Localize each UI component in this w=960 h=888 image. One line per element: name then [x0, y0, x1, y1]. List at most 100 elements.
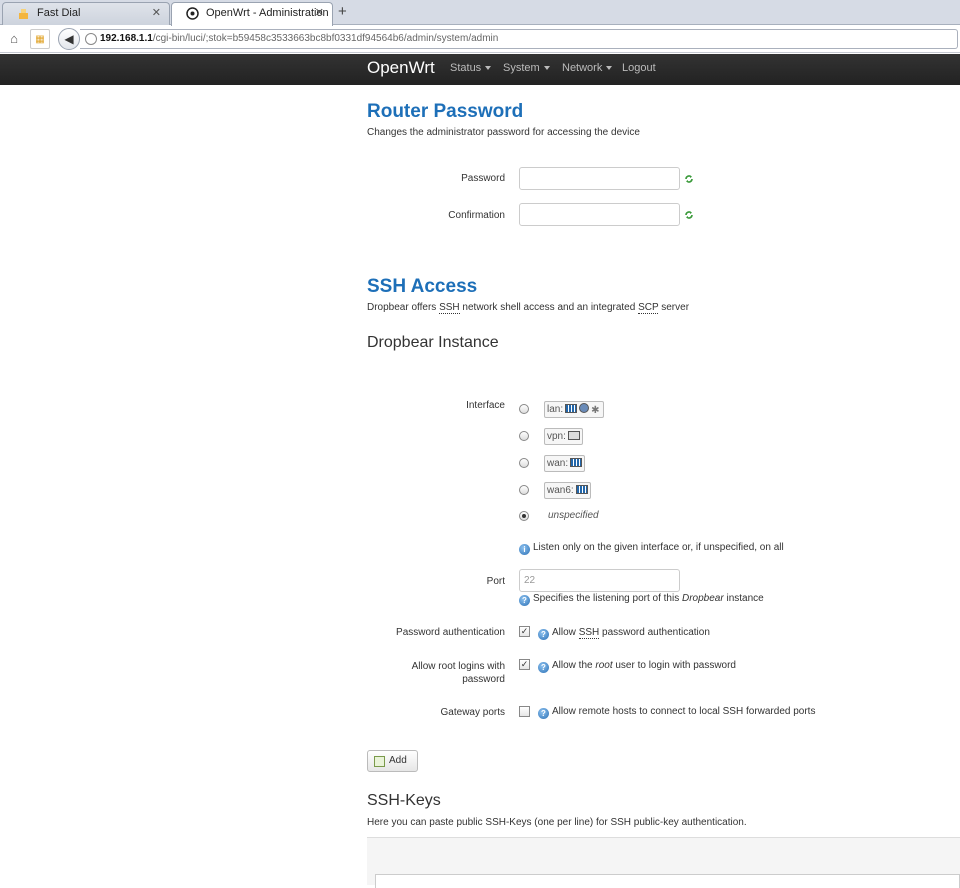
- label-line: Allow root logins with: [411, 661, 505, 672]
- tunnel-icon: [567, 431, 580, 440]
- interface-label: Interface: [466, 400, 505, 411]
- iface-badge-lan: lan: ✱: [544, 401, 605, 418]
- gateway-ports-checkbox[interactable]: [519, 706, 530, 717]
- tab-label: Fast Dial: [37, 7, 81, 19]
- chevron-down-icon: [543, 66, 550, 71]
- nav-logout[interactable]: Logout: [622, 62, 656, 74]
- root-login-hint: ? Allow the root user to login with passw…: [538, 660, 736, 673]
- nav-network[interactable]: Network: [562, 62, 613, 74]
- iface-label: wan6:: [547, 485, 574, 496]
- nav-system[interactable]: System: [503, 62, 550, 74]
- wifi-icon: [579, 403, 590, 413]
- home-icon[interactable]: ⌂: [4, 29, 24, 49]
- globe-icon: [85, 33, 97, 45]
- hint-text: Allow remote hosts to connect to local S…: [552, 706, 816, 717]
- chevron-down-icon: [606, 66, 613, 71]
- checkmark-icon: ✓: [520, 659, 529, 669]
- root-login-checkbox[interactable]: ✓: [519, 659, 530, 670]
- checkmark-icon: ✓: [520, 626, 529, 636]
- hint-text: password authentication: [599, 627, 710, 638]
- abbr-ssh: SSH: [578, 627, 600, 639]
- iface-badge-wan: wan:: [544, 455, 586, 472]
- url-path: /cgi-bin/luci/;stok=b59458c3533663bc8bf0…: [152, 33, 499, 44]
- ssh-access-title: SSH Access: [367, 276, 478, 297]
- openwrt-favicon-icon: [186, 7, 199, 20]
- ethernet-port-icon: [570, 458, 583, 467]
- tab-openwrt[interactable]: OpenWrt - Administration ... ✕: [171, 2, 333, 26]
- openwrt-navbar: OpenWrt Status System Network Logout: [0, 54, 960, 85]
- unspecified-label: unspecified: [548, 510, 599, 521]
- port-input[interactable]: 22: [519, 569, 680, 592]
- add-instance-button[interactable]: Add: [367, 750, 418, 772]
- close-tab-icon[interactable]: ✕: [152, 3, 161, 24]
- nav-status-label: Status: [450, 62, 482, 74]
- desc-text: server: [658, 302, 690, 313]
- port-label: Port: [486, 576, 505, 587]
- iface-label: lan:: [547, 404, 564, 415]
- abbr-scp: SCP: [638, 302, 659, 314]
- hint-text: Allow the: [552, 660, 596, 671]
- confirmation-input[interactable]: [519, 203, 680, 226]
- abbr-ssh: SSH: [439, 302, 460, 314]
- new-tab-button[interactable]: +: [338, 3, 347, 21]
- nav-network-label: Network: [562, 62, 603, 74]
- password-auth-hint: ? Allow SSH password authentication: [538, 627, 710, 640]
- confirmation-label: Confirmation: [448, 210, 505, 221]
- nav-status[interactable]: Status: [450, 62, 492, 74]
- info-icon: ?: [538, 708, 549, 719]
- iface-badge-wan6: wan6:: [544, 482, 591, 499]
- password-label: Password: [461, 173, 505, 184]
- interface-hint: i Listen only on the given interface or, …: [519, 542, 784, 555]
- close-tab-icon[interactable]: ✕: [315, 3, 324, 24]
- iface-badge-vpn: vpn:: [544, 428, 583, 445]
- wireless-icon: ✱: [591, 405, 600, 416]
- tab-fast-dial[interactable]: Fast Dial ✕: [2, 2, 170, 25]
- info-icon: i: [519, 544, 530, 555]
- add-icon: [374, 756, 385, 767]
- iface-label: wan:: [547, 458, 569, 469]
- ethernet-switch-icon: [565, 404, 578, 413]
- apps-icon[interactable]: ▦: [30, 29, 50, 49]
- gateway-ports-hint: ? Allow remote hosts to connect to local …: [538, 706, 815, 719]
- back-arrow-icon: ◀: [64, 32, 74, 46]
- iface-label: vpn:: [547, 431, 566, 442]
- chevron-down-icon: [485, 66, 492, 71]
- ssh-access-description: Dropbear offers SSH network shell access…: [367, 302, 690, 314]
- fast-dial-icon: [19, 9, 28, 19]
- password-auth-label: Password authentication: [396, 627, 505, 638]
- radio-lan[interactable]: [519, 404, 529, 414]
- password-input[interactable]: [519, 167, 680, 190]
- ethernet-port-icon: [575, 485, 588, 494]
- add-button-label: Add: [389, 755, 407, 766]
- password-auth-checkbox[interactable]: ✓: [519, 626, 530, 637]
- info-icon: ?: [538, 662, 549, 673]
- info-icon: ?: [538, 629, 549, 640]
- brand-logo[interactable]: OpenWrt: [367, 58, 435, 78]
- port-hint: ? Specifies the listening port of this Dr…: [519, 593, 764, 606]
- hint-text: Listen only on the given interface or, i…: [533, 542, 784, 553]
- radio-wan[interactable]: [519, 458, 529, 468]
- radio-wan6[interactable]: [519, 485, 529, 495]
- ssh-keys-description: Here you can paste public SSH-Keys (one …: [367, 817, 747, 828]
- ssh-keys-title: SSH-Keys: [367, 792, 441, 809]
- root-login-label: Allow root logins with password: [345, 660, 505, 686]
- nav-system-label: System: [503, 62, 540, 74]
- browser-tab-strip: Fast Dial ✕ OpenWrt - Administration ...…: [0, 0, 960, 26]
- hint-text: user to login with password: [612, 660, 736, 671]
- url-host: 192.168.1.1: [100, 33, 153, 44]
- hint-text: Allow: [552, 627, 579, 638]
- reveal-password-icon[interactable]: [684, 174, 694, 184]
- desc-text: Dropbear offers: [367, 302, 440, 313]
- radio-vpn[interactable]: [519, 431, 529, 441]
- address-bar[interactable]: 192.168.1.1/cgi-bin/luci/;stok=b59458c35…: [80, 29, 958, 49]
- router-password-title: Router Password: [367, 101, 524, 122]
- info-icon: ?: [519, 595, 530, 606]
- ssh-keys-textarea[interactable]: [375, 874, 960, 888]
- hint-text: instance: [723, 593, 764, 604]
- reveal-password-icon[interactable]: [684, 210, 694, 220]
- radio-unspecified[interactable]: [519, 511, 529, 521]
- hint-emphasis: Dropbear: [681, 593, 724, 604]
- hint-text: Specifies the listening port of this: [533, 593, 682, 604]
- dropbear-instance-title: Dropbear Instance: [367, 334, 499, 351]
- back-button[interactable]: ◀: [58, 28, 80, 50]
